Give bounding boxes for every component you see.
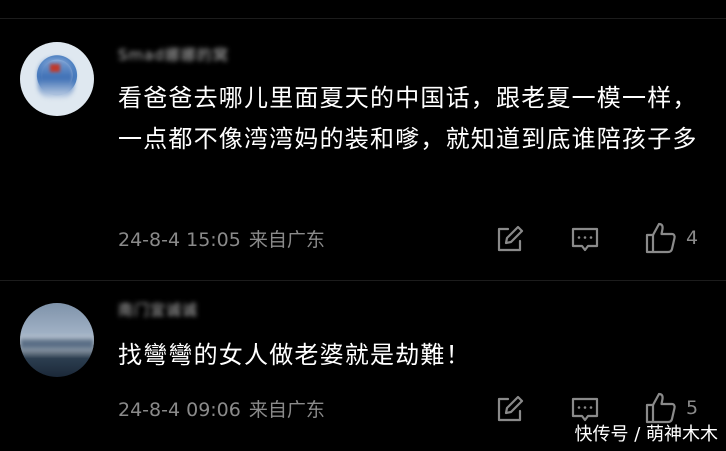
comment-meta: 24-8-4 15:05 来自广东 <box>118 228 325 252</box>
avatar-detail <box>50 64 60 72</box>
like-count: 4 <box>686 227 699 249</box>
edit-icon <box>497 225 524 252</box>
like-count: 5 <box>686 397 699 419</box>
avatar[interactable] <box>20 42 94 116</box>
like-button[interactable]: 4 <box>644 222 698 254</box>
comment-date: 24-8-4 15:05 <box>118 229 241 251</box>
comment-region: 来自广东 <box>248 229 325 251</box>
thumbs-up-icon <box>645 392 676 424</box>
edit-button[interactable] <box>494 394 524 426</box>
thumbs-up-icon <box>645 222 676 254</box>
comment-meta: 24-8-4 09:06 来自广东 <box>118 398 325 422</box>
comment-text: 看爸爸去哪儿里面夏天的中国话，跟老夏一模一样，一点都不像湾湾妈的装和嗲，就知道到… <box>118 84 698 153</box>
edit-button[interactable] <box>494 224 524 256</box>
comment-date: 24-8-4 09:06 <box>118 399 241 421</box>
username[interactable]: 南门宜诚诚 <box>118 300 198 320</box>
comment-region: 来自广东 <box>248 399 325 421</box>
comment-icon <box>571 397 599 422</box>
reply-button[interactable] <box>570 224 600 256</box>
comment-item: Smad娜娜的窝 看爸爸去哪儿里面夏天的中国话，跟老夏一模一样，一点都不像湾湾妈… <box>0 0 726 280</box>
reply-button[interactable] <box>570 394 600 426</box>
watermark: 快传号 / 萌神木木 <box>574 424 718 445</box>
avatar-image <box>20 339 94 349</box>
comment-icon <box>571 227 599 252</box>
username[interactable]: Smad娜娜的窝 <box>118 45 229 65</box>
comment-text: 找彎彎的女人做老婆就是劫難！ <box>118 341 471 369</box>
like-button[interactable]: 5 <box>644 392 698 424</box>
avatar[interactable] <box>20 303 94 377</box>
edit-icon <box>497 395 524 422</box>
